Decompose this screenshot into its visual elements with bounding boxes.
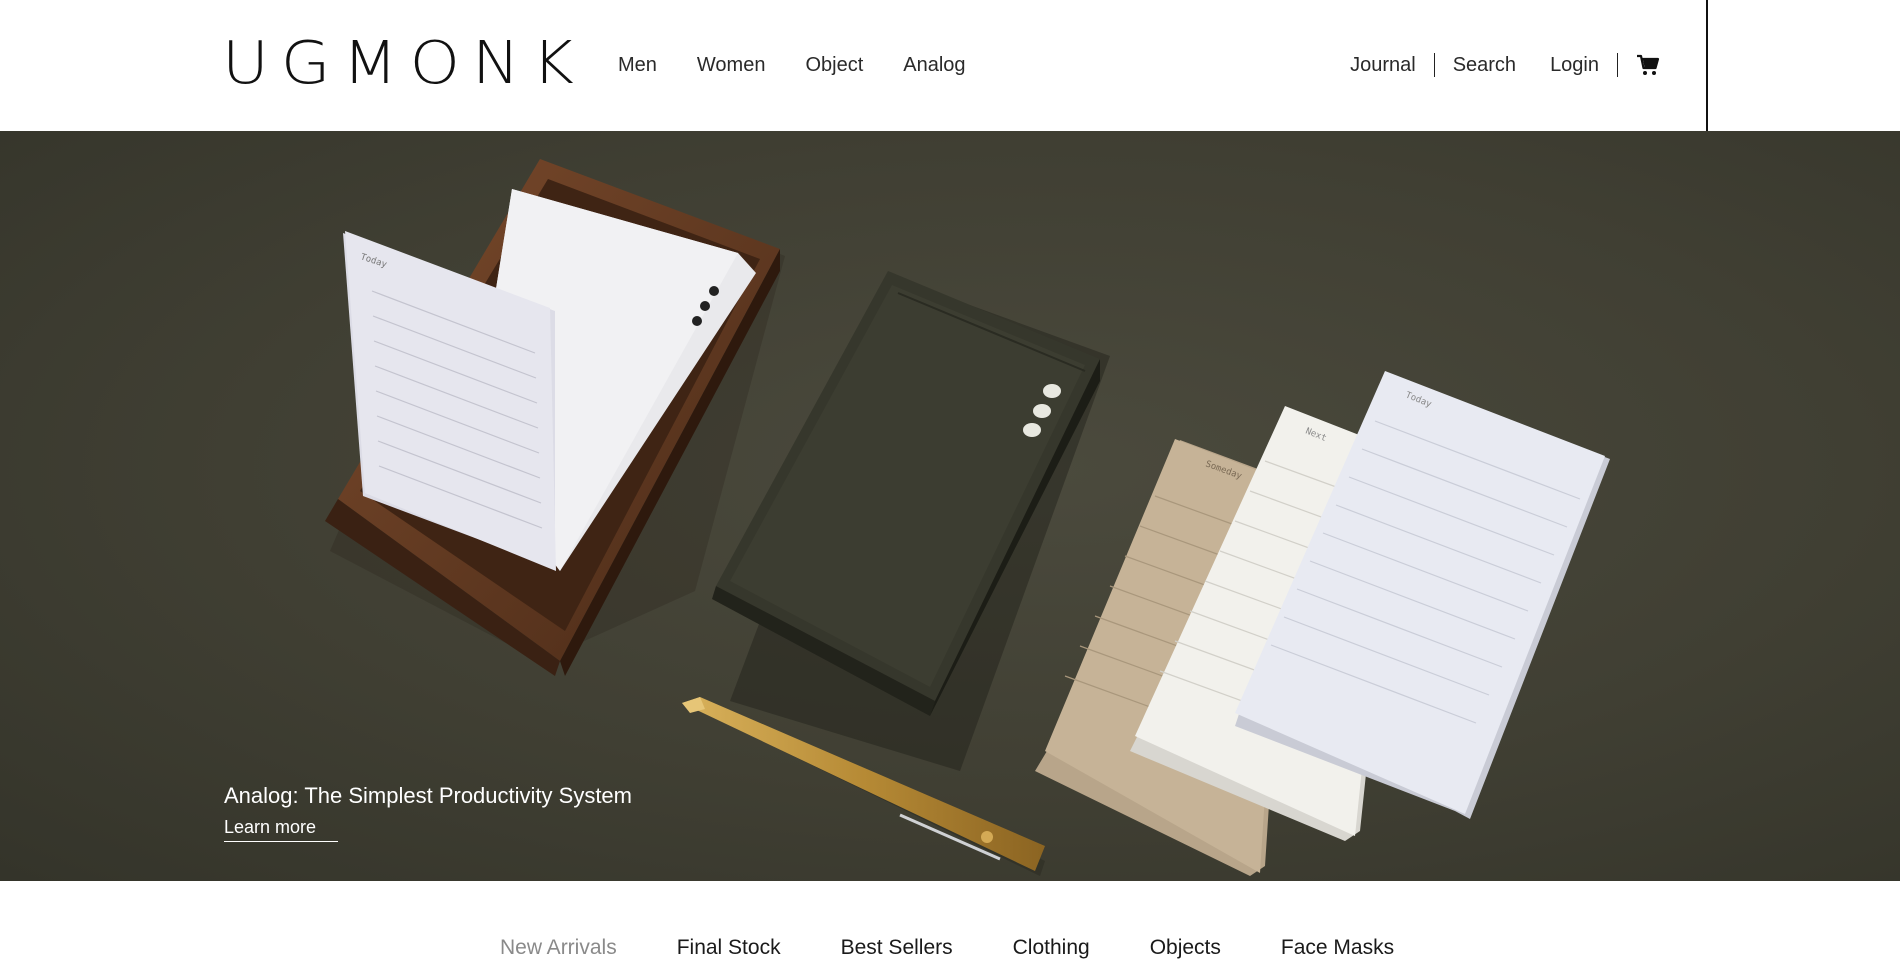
- hero-banner[interactable]: Today Someday Next Today: [0, 131, 1900, 881]
- cart-icon[interactable]: [1636, 53, 1660, 77]
- learn-more-link[interactable]: Learn more: [224, 816, 339, 842]
- tab-new-arrivals[interactable]: New Arrivals: [500, 935, 617, 961]
- note-pads: Someday Next Today: [1035, 371, 1610, 876]
- nav-divider: [1617, 53, 1618, 77]
- brand-logo[interactable]: UGMONK: [222, 34, 586, 93]
- tab-best-sellers[interactable]: Best Sellers: [841, 935, 953, 961]
- tab-final-stock[interactable]: Final Stock: [677, 935, 781, 961]
- login-link[interactable]: Login: [1550, 52, 1599, 78]
- tab-row: New Arrivals Final Stock Best Sellers Cl…: [500, 935, 1454, 961]
- search-link[interactable]: Search: [1453, 52, 1516, 78]
- collection-tabs: New Arrivals Final Stock Best Sellers Cl…: [0, 881, 1900, 959]
- tab-face-masks[interactable]: Face Masks: [1281, 935, 1394, 961]
- site-header: UGMONK Men Women Object Analog Journal S…: [0, 0, 1900, 131]
- primary-nav: Men Women Object Analog: [618, 52, 1006, 78]
- nav-link-analog[interactable]: Analog: [903, 52, 965, 78]
- nav-link-men[interactable]: Men: [618, 52, 657, 78]
- nav-divider: [1433, 53, 1435, 77]
- journal-link[interactable]: Journal: [1350, 52, 1416, 78]
- hero-image: Today Someday Next Today: [325, 159, 1610, 876]
- tab-objects[interactable]: Objects: [1150, 935, 1221, 961]
- nav-link-women[interactable]: Women: [697, 52, 766, 78]
- dark-card-case: [712, 271, 1110, 771]
- tab-clothing[interactable]: Clothing: [1013, 935, 1090, 961]
- hero-title: Analog: The Simplest Productivity System: [224, 783, 632, 808]
- nav-link-object[interactable]: Object: [805, 52, 863, 78]
- secondary-nav: Journal Search Login: [1350, 52, 1660, 78]
